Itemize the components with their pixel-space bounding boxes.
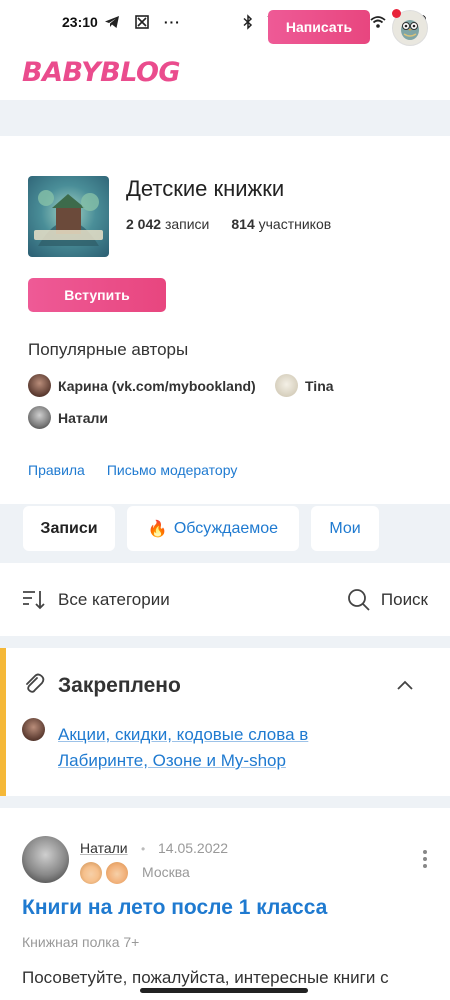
fire-icon: 🔥 bbox=[147, 520, 168, 538]
community-title: Детские книжки bbox=[126, 176, 285, 201]
community-card: Детские книжки 2 042 записи 814 участник… bbox=[0, 136, 450, 504]
community-links: Правила Письмо модератору bbox=[28, 462, 237, 478]
girl-badge-icon bbox=[80, 862, 102, 884]
tab-label: Обсуждаемое bbox=[173, 519, 279, 537]
author-item[interactable]: Tina bbox=[275, 374, 334, 397]
boy-badge-icon bbox=[106, 862, 128, 884]
status-bar: 23:10 ··· 49 bbox=[0, 0, 450, 44]
author-name: Натали bbox=[58, 409, 109, 426]
bluetooth-icon bbox=[243, 14, 253, 30]
write-button[interactable]: Написать bbox=[268, 10, 370, 44]
author-avatar bbox=[28, 406, 51, 429]
owl-avatar-icon bbox=[401, 20, 419, 40]
post-title[interactable]: Книги на лето после 1 класса bbox=[22, 896, 327, 920]
author-avatar bbox=[275, 374, 298, 397]
search-label: Поиск bbox=[380, 589, 428, 609]
post-text: Посоветуйте, пожалуйста, интересные книг… bbox=[22, 968, 389, 987]
author-name: Tina bbox=[305, 377, 334, 394]
posts-stat: 2 042 записи bbox=[126, 216, 210, 232]
more-notifications-icon: ··· bbox=[163, 14, 181, 30]
pinned-title: Закреплено bbox=[58, 674, 181, 697]
categories-label: Все категории bbox=[58, 589, 170, 609]
tab-mine[interactable]: Мои bbox=[311, 506, 379, 551]
more-options-icon[interactable] bbox=[422, 850, 428, 868]
pinned-block: Закреплено Акции, скидки, кодовые слова … bbox=[0, 648, 450, 796]
post-author-badges bbox=[80, 862, 128, 884]
post-city: Москва bbox=[142, 864, 190, 880]
post-card: Натали • 14.05.2022 Москва Книги на лето… bbox=[0, 808, 450, 1000]
tab-discussed[interactable]: 🔥 Обсуждаемое bbox=[127, 506, 299, 551]
tab-label: Мои bbox=[329, 519, 361, 537]
author-item[interactable]: Натали bbox=[28, 406, 108, 429]
join-button[interactable]: Вступить bbox=[28, 278, 166, 312]
members-stat: 814 участников bbox=[231, 216, 332, 232]
paperclip-icon bbox=[26, 673, 45, 693]
separator-dot: • bbox=[141, 842, 146, 856]
app-header: BABYBLOG bbox=[0, 44, 450, 100]
home-indicator[interactable] bbox=[140, 988, 308, 993]
post-author-avatar[interactable] bbox=[22, 836, 69, 883]
wifi-icon bbox=[370, 16, 386, 28]
babyblog-logo[interactable]: BABYBLOG bbox=[22, 57, 181, 88]
author-item[interactable]: Карина (vk.com/mybookland) bbox=[28, 374, 256, 397]
post-author[interactable]: Натали bbox=[80, 840, 128, 856]
tab-posts[interactable]: Записи bbox=[23, 506, 115, 551]
app-notification-icon bbox=[135, 15, 149, 29]
author-avatar bbox=[28, 374, 51, 397]
post-date: 14.05.2022 bbox=[158, 840, 229, 856]
pinned-accent-bar bbox=[0, 648, 6, 796]
post-category[interactable]: Книжная полка 7+ bbox=[22, 934, 139, 950]
status-time: 23:10 bbox=[62, 14, 98, 30]
popular-authors-title: Популярные авторы bbox=[28, 340, 189, 359]
author-name: Карина (vk.com/mybookland) bbox=[58, 377, 256, 394]
pinned-author-avatar bbox=[22, 718, 45, 741]
community-stats: 2 042 записи 814 участников bbox=[126, 216, 331, 232]
telegram-icon bbox=[104, 16, 119, 28]
search-icon bbox=[347, 588, 370, 611]
pinned-link[interactable]: Акции, скидки, кодовые слова в Лабиринте… bbox=[58, 722, 378, 774]
rules-link[interactable]: Правила bbox=[28, 462, 85, 478]
community-cover-image bbox=[28, 176, 109, 257]
search-button[interactable]: Поиск bbox=[347, 588, 428, 612]
notification-dot bbox=[392, 9, 401, 18]
moderator-letter-link[interactable]: Письмо модератору bbox=[107, 462, 237, 478]
tab-label: Записи bbox=[40, 519, 98, 537]
filter-bar: Все категории Поиск bbox=[0, 563, 450, 636]
chevron-up-icon[interactable] bbox=[396, 678, 414, 692]
categories-dropdown[interactable]: Все категории bbox=[22, 589, 170, 611]
sort-icon bbox=[23, 590, 45, 609]
